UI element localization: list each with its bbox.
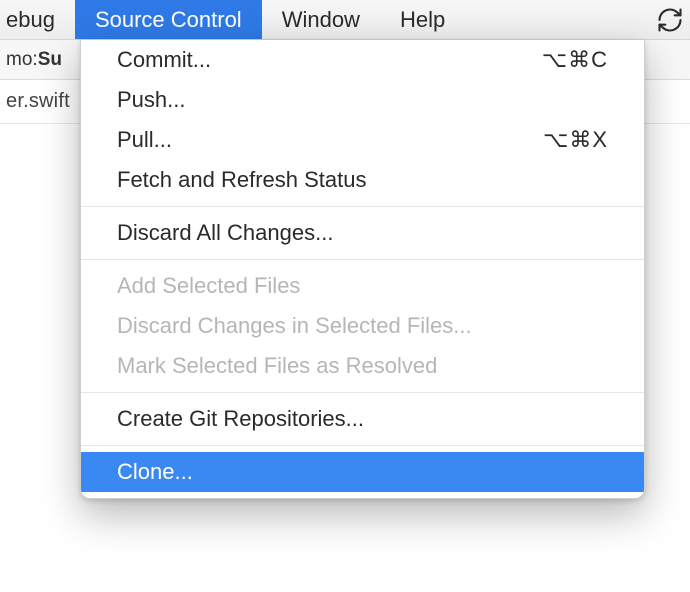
menu-item-label: Fetch and Refresh Status [117,167,366,193]
breadcrumb-fragment: er.swift [6,90,70,113]
menu-item-shortcut: ⌥⌘C [542,47,608,73]
menubar-item-label: Source Control [95,7,242,33]
menu-item-discard-all[interactable]: Discard All Changes... [81,213,644,253]
menu-item-add-selected: Add Selected Files [81,266,644,306]
source-control-menu: Commit... ⌥⌘C Push... Pull... ⌥⌘X Fetch … [80,40,645,499]
menubar-item-help[interactable]: Help [380,0,465,39]
menubar-item-label: Help [400,7,445,33]
menubar-item-label: ebug [6,7,55,33]
menubar-item-debug-partial[interactable]: ebug [0,0,75,39]
menu-item-label: Add Selected Files [117,273,300,299]
menu-separator [81,206,644,207]
menu-separator [81,259,644,260]
menubar-item-label: Window [282,7,360,33]
menu-item-label: Discard Changes in Selected Files... [117,313,472,339]
menu-item-label: Pull... [117,127,172,153]
menu-item-discard-selected: Discard Changes in Selected Files... [81,306,644,346]
menu-item-create-repos[interactable]: Create Git Repositories... [81,399,644,439]
toolbar-bold-fragment: Su [38,49,62,71]
menu-item-clone[interactable]: Clone... [81,452,644,492]
menu-item-label: Push... [117,87,185,113]
menu-item-pull[interactable]: Pull... ⌥⌘X [81,120,644,160]
menu-item-label: Discard All Changes... [117,220,333,246]
menu-item-fetch-refresh[interactable]: Fetch and Refresh Status [81,160,644,200]
menubar-item-source-control[interactable]: Source Control [75,0,262,39]
menu-item-commit[interactable]: Commit... ⌥⌘C [81,40,644,80]
menu-item-mark-resolved: Mark Selected Files as Resolved [81,346,644,386]
toolbar-prefix: mo: [6,49,38,71]
menu-item-label: Commit... [117,47,211,73]
menu-item-label: Clone... [117,459,193,485]
menubar: ebug Source Control Window Help [0,0,690,40]
menu-item-push[interactable]: Push... [81,80,644,120]
menubar-item-window[interactable]: Window [262,0,380,39]
menu-item-label: Create Git Repositories... [117,406,364,432]
menu-item-shortcut: ⌥⌘X [543,127,608,153]
menu-separator [81,392,644,393]
menu-separator [81,445,644,446]
sync-icon[interactable] [650,6,690,34]
menu-item-label: Mark Selected Files as Resolved [117,353,437,379]
